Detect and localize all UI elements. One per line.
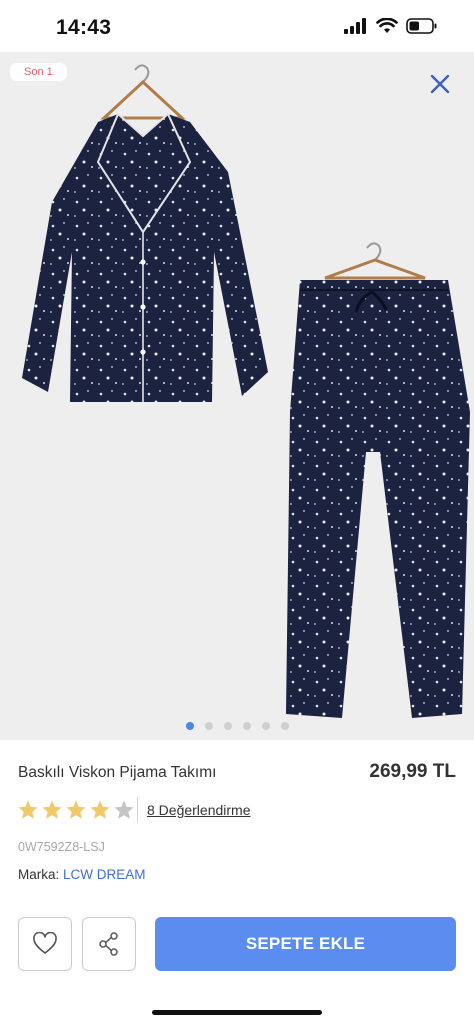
share-icon [99,932,118,956]
gallery-dot[interactable] [204,722,213,730]
gallery-dot[interactable] [223,722,232,730]
wifi-icon [376,18,398,33]
battery-icon [406,18,437,34]
gallery-dot[interactable] [280,722,289,730]
product-sku: 0W7592Z8-LSJ [18,840,105,854]
status-icons [344,18,438,34]
gallery-dot[interactable] [185,722,194,730]
star-icon [65,799,87,826]
status-time: 14:43 [56,16,112,39]
gallery-dot[interactable] [261,722,270,730]
stock-badge: Son 1 [10,63,67,81]
brand-label: Marka: [18,867,60,882]
star-icon [41,799,63,826]
product-image-gallery[interactable]: Son 1 [0,52,474,740]
gallery-pagination [0,722,474,730]
share-button[interactable] [82,917,136,971]
product-photo [22,64,470,718]
reviews-link[interactable]: 8 Değerlendirme [147,802,251,818]
star-icon [17,799,39,826]
brand-row: Marka: LCW DREAM [18,867,146,882]
brand-link[interactable]: LCW DREAM [63,867,146,882]
signal-icon [344,18,366,34]
star-icon [89,799,111,826]
home-indicator[interactable] [152,1010,322,1015]
heart-icon [33,932,57,954]
rating-stars [17,799,135,826]
add-to-cart-button[interactable]: SEPETE EKLE [155,917,456,971]
product-price: 269,99 TL [369,761,456,782]
rating-divider [137,797,138,823]
status-bar: 14:43 [0,0,474,52]
product-title: Baskılı Viskon Pijama Takımı [18,764,217,781]
favorite-button[interactable] [18,917,72,971]
star-icon [113,799,135,826]
gallery-dot[interactable] [242,722,251,730]
close-icon[interactable] [428,72,452,96]
